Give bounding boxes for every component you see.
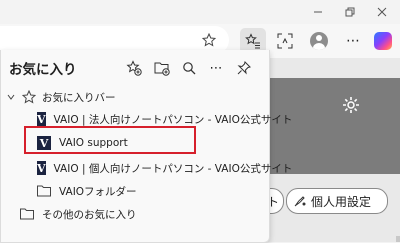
- panel-title: お気に入り: [9, 62, 77, 78]
- favorites-icon: [245, 33, 260, 49]
- folder-add-icon: [154, 62, 170, 76]
- avatar: [310, 32, 328, 50]
- favorite-folder[interactable]: VAIOフォルダー: [1, 180, 269, 202]
- add-current-page-button[interactable]: [123, 57, 145, 79]
- profile-button[interactable]: [306, 28, 332, 54]
- personalize-button[interactable]: 個人用設定: [286, 188, 388, 214]
- restore-button[interactable]: [336, 2, 364, 22]
- screenshot-icon: [277, 33, 293, 49]
- chevron-down-icon: [7, 94, 15, 100]
- title-bar: [0, 0, 400, 24]
- gear-icon[interactable]: [342, 96, 360, 118]
- vaio-logo-icon: V: [37, 112, 46, 126]
- minimize-button[interactable]: [304, 2, 332, 22]
- copilot-icon: [374, 32, 392, 50]
- add-folder-button[interactable]: [151, 57, 173, 79]
- restore-icon: [345, 7, 355, 17]
- folder-icon: [20, 208, 34, 220]
- favorites-bar-folder[interactable]: お気に入りバー: [1, 86, 269, 108]
- pin-panel-button[interactable]: [233, 57, 255, 79]
- search-favorites-button[interactable]: [178, 57, 200, 79]
- favorite-label: VAIO | 個人向けノートパソコン - VAIO公式サイト: [53, 162, 293, 175]
- minimize-icon: [314, 11, 322, 13]
- page-scrollbar[interactable]: [396, 236, 400, 242]
- close-button[interactable]: [368, 2, 396, 22]
- copilot-button[interactable]: [370, 28, 396, 54]
- more-icon: ⋯: [209, 60, 223, 76]
- other-favorites-folder[interactable]: その他のお気に入り: [1, 203, 269, 225]
- add-favorite-star-icon[interactable]: [200, 31, 218, 49]
- panel-more-button[interactable]: ⋯: [205, 57, 227, 79]
- favorite-label: VAIO | 法人向けノートパソコン - VAIO公式サイト: [53, 113, 293, 126]
- folder-label: VAIOフォルダー: [59, 185, 137, 198]
- personalize-label: 個人用設定: [311, 194, 372, 209]
- folder-label: その他のお気に入り: [42, 208, 137, 221]
- star-icon: [22, 90, 36, 104]
- screenshot-button[interactable]: [272, 28, 298, 54]
- star-add-icon: [126, 60, 142, 76]
- close-icon: [377, 7, 387, 17]
- folder-icon: [37, 185, 51, 197]
- favorites-bar-label: お気に入りバー: [42, 91, 116, 104]
- search-icon: [183, 62, 196, 75]
- pin-icon: [237, 61, 251, 75]
- favorite-item[interactable]: V VAIO | 個人向けノートパソコン - VAIO公式サイト: [1, 157, 292, 179]
- highlight-box: [24, 126, 196, 154]
- more-icon: ⋯: [346, 33, 360, 49]
- more-button[interactable]: ⋯: [340, 28, 366, 54]
- personalize-icon: [294, 196, 306, 207]
- vaio-logo-icon: V: [37, 161, 46, 175]
